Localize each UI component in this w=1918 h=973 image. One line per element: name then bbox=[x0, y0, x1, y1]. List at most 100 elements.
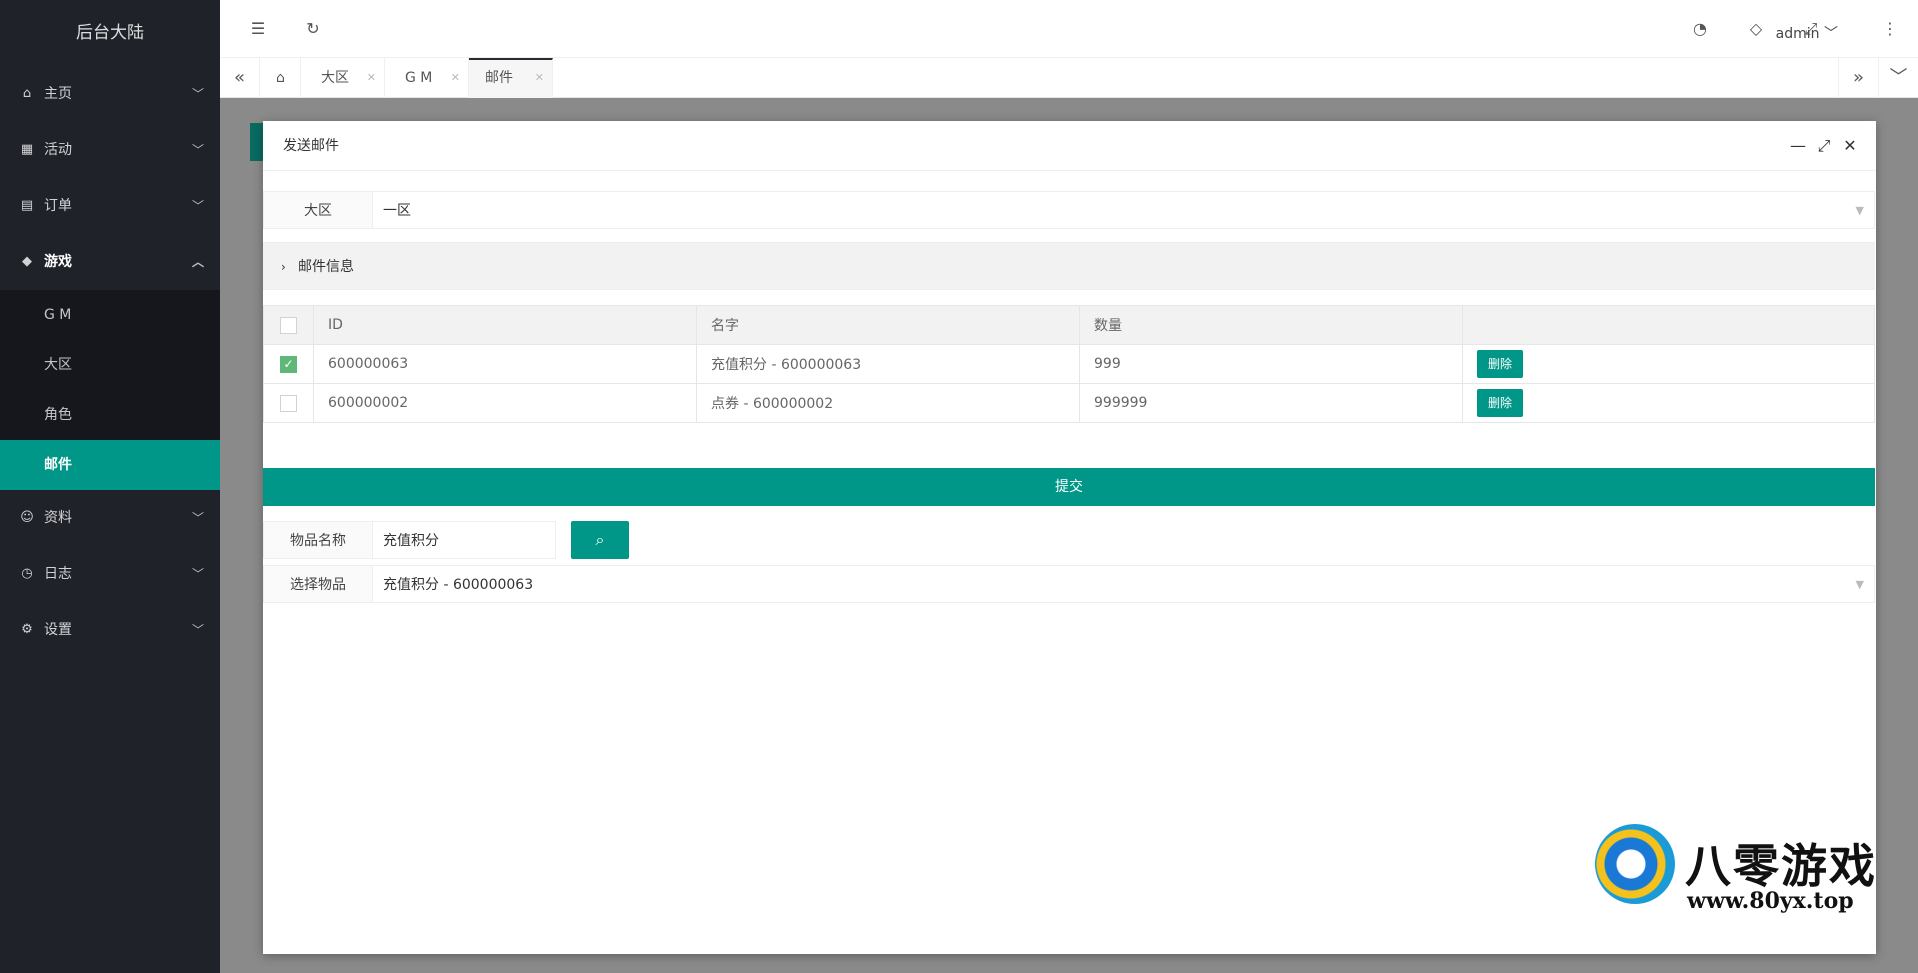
sidebar-item-label: 主页 bbox=[44, 86, 72, 102]
submit-button[interactable]: 提交 bbox=[263, 468, 1875, 506]
delete-button[interactable]: 删除 bbox=[1477, 389, 1523, 417]
col-id: ID bbox=[313, 305, 697, 345]
watermark: 八零游戏 www.80yx.top bbox=[1595, 808, 1895, 918]
mail-info-collapse[interactable]: › 邮件信息 bbox=[263, 242, 1875, 290]
select-all-checkbox[interactable] bbox=[280, 316, 297, 334]
close-icon[interactable]: ✕ bbox=[1840, 136, 1860, 156]
sidebar-item-label: 设置 bbox=[44, 622, 72, 638]
sidebar: 后台大陆 ⌂ 主页 ﹀ ▦ 活动 ﹀ ▤ 订单 ﹀ ◆ 游戏 ︿ G M 大区 … bbox=[0, 0, 220, 973]
sidebar-item-activity[interactable]: ▦ 活动 ﹀ bbox=[0, 122, 220, 178]
table-row: 600000002 点券 - 600000002 999999 删除 bbox=[263, 383, 1875, 423]
table-row: ✓ 600000063 充值积分 - 600000063 999 删除 bbox=[263, 344, 1875, 384]
sidebar-item-game[interactable]: ◆ 游戏 ︿ bbox=[0, 234, 220, 290]
search-button[interactable]: ⌕ bbox=[571, 521, 629, 559]
chevron-down-icon: ﹀ bbox=[191, 87, 204, 101]
tab-mail[interactable]: 邮件 ✕ bbox=[469, 58, 553, 98]
sidebar-item-settings[interactable]: ⚙ 设置 ﹀ bbox=[0, 602, 220, 658]
col-name: 名字 bbox=[696, 305, 1080, 345]
chevron-down-icon: ﹀ bbox=[191, 511, 204, 525]
sidebar-item-mail[interactable]: 邮件 bbox=[0, 440, 220, 490]
sidebar-item-label: 游戏 bbox=[44, 254, 72, 270]
close-icon[interactable]: ✕ bbox=[367, 58, 376, 98]
select-item-label: 选择物品 bbox=[263, 565, 373, 603]
sidebar-submenu-game: G M 大区 角色 邮件 bbox=[0, 290, 220, 490]
row-select-cell: ✓ bbox=[263, 344, 314, 384]
search-icon: ⌕ bbox=[595, 530, 605, 549]
dialog-title: 发送邮件 bbox=[263, 121, 1876, 171]
sidebar-item-gm[interactable]: G M bbox=[0, 290, 220, 340]
region-row: 大区 一区 ▼ bbox=[263, 191, 1875, 229]
minimize-icon[interactable]: — bbox=[1788, 136, 1808, 156]
diamond-icon: ◆ bbox=[22, 254, 32, 269]
item-name-input[interactable]: 充值积分 bbox=[373, 521, 556, 559]
more-icon[interactable]: ⋮ bbox=[1880, 19, 1900, 39]
cell-actions: 删除 bbox=[1462, 344, 1875, 384]
chevron-down-icon: ﹀ bbox=[1824, 26, 1838, 42]
menu-toggle-icon[interactable]: ☰ bbox=[248, 19, 268, 39]
tag-icon[interactable]: ◇ bbox=[1746, 19, 1766, 39]
caret-down-icon: ▼ bbox=[1855, 578, 1864, 591]
item-name-label: 物品名称 bbox=[263, 521, 373, 559]
sidebar-item-log[interactable]: ◷ 日志 ﹀ bbox=[0, 546, 220, 602]
chevron-up-icon: ︿ bbox=[191, 255, 204, 269]
tab-label: 大区 bbox=[321, 70, 349, 86]
row-select-cell bbox=[263, 383, 314, 423]
row-checkbox[interactable] bbox=[280, 394, 297, 412]
sidebar-item-label: 日志 bbox=[44, 566, 72, 582]
region-label: 大区 bbox=[263, 191, 373, 229]
close-icon[interactable]: ✕ bbox=[535, 60, 544, 96]
user-icon: ☺ bbox=[20, 510, 34, 525]
tab-home-icon[interactable]: ⌂ bbox=[261, 58, 301, 98]
sidebar-item-home[interactable]: ⌂ 主页 ﹀ bbox=[0, 66, 220, 122]
col-actions bbox=[1462, 305, 1875, 345]
tabs-scroll-right-icon[interactable]: » bbox=[1838, 58, 1878, 98]
tab-region[interactable]: 大区 ✕ bbox=[301, 58, 385, 98]
select-item-value: 充值积分 - 600000063 bbox=[383, 577, 534, 593]
tab-label: G M bbox=[405, 70, 433, 86]
clock-icon: ◷ bbox=[21, 566, 33, 581]
cell-name: 充值积分 - 600000063 bbox=[696, 344, 1080, 384]
region-select[interactable]: 一区 ▼ bbox=[373, 191, 1875, 229]
chevron-down-icon: ﹀ bbox=[191, 623, 204, 637]
watermark-url: www.80yx.top bbox=[1687, 888, 1854, 914]
tabs-menu-icon[interactable]: ﹀ bbox=[1878, 58, 1918, 98]
caret-down-icon: ▼ bbox=[1855, 204, 1864, 217]
chevron-down-icon: ﹀ bbox=[191, 143, 204, 157]
cell-actions: 删除 bbox=[1462, 383, 1875, 423]
close-icon[interactable]: ✕ bbox=[451, 58, 460, 98]
item-search-row: 物品名称 充值积分 ⌕ bbox=[263, 521, 629, 559]
select-item-select[interactable]: 充值积分 - 600000063 ▼ bbox=[373, 565, 1875, 603]
item-table: ID 名字 数量 ✓ 600000063 充值积分 - 600000063 99… bbox=[263, 305, 1875, 423]
col-qty: 数量 bbox=[1079, 305, 1463, 345]
row-checkbox[interactable]: ✓ bbox=[280, 355, 297, 373]
tab-gm[interactable]: G M ✕ bbox=[385, 58, 469, 98]
cell-qty: 999999 bbox=[1079, 383, 1463, 423]
sidebar-item-label: 活动 bbox=[44, 142, 72, 158]
cell-id: 600000002 bbox=[313, 383, 697, 423]
gear-icon: ⚙ bbox=[21, 622, 33, 637]
sidebar-item-role[interactable]: 角色 bbox=[0, 390, 220, 440]
sidebar-item-profile[interactable]: ☺ 资料 ﹀ bbox=[0, 490, 220, 546]
region-value: 一区 bbox=[383, 203, 411, 219]
home-icon: ⌂ bbox=[22, 86, 32, 101]
tabs-scroll-left-icon[interactable]: « bbox=[220, 58, 260, 98]
theme-icon[interactable]: ◔ bbox=[1690, 19, 1710, 39]
chevron-down-icon: ﹀ bbox=[191, 567, 204, 581]
chevron-down-icon: ﹀ bbox=[191, 199, 204, 213]
sidebar-item-orders[interactable]: ▤ 订单 ﹀ bbox=[0, 178, 220, 234]
watermark-logo-icon bbox=[1595, 824, 1675, 904]
maximize-icon[interactable]: ⤢ bbox=[1814, 136, 1834, 156]
cell-name: 点券 - 600000002 bbox=[696, 383, 1080, 423]
select-all-cell bbox=[263, 305, 314, 345]
sidebar-item-label: 资料 bbox=[44, 510, 72, 526]
username: admin bbox=[1775, 26, 1820, 42]
delete-button[interactable]: 删除 bbox=[1477, 350, 1523, 378]
top-header: ☰ ↻ ◔ ◇ ⤢ admin ﹀ ⋮ bbox=[220, 0, 1918, 58]
tab-bar: « ⌂ 大区 ✕ G M ✕ 邮件 ✕ » ﹀ bbox=[220, 58, 1918, 98]
watermark-text: 八零游戏 bbox=[1685, 839, 1877, 893]
cell-qty: 999 bbox=[1079, 344, 1463, 384]
cell-id: 600000063 bbox=[313, 344, 697, 384]
refresh-icon[interactable]: ↻ bbox=[303, 19, 323, 39]
sidebar-item-region[interactable]: 大区 bbox=[0, 340, 220, 390]
select-item-row: 选择物品 充值积分 - 600000063 ▼ bbox=[263, 565, 1875, 603]
